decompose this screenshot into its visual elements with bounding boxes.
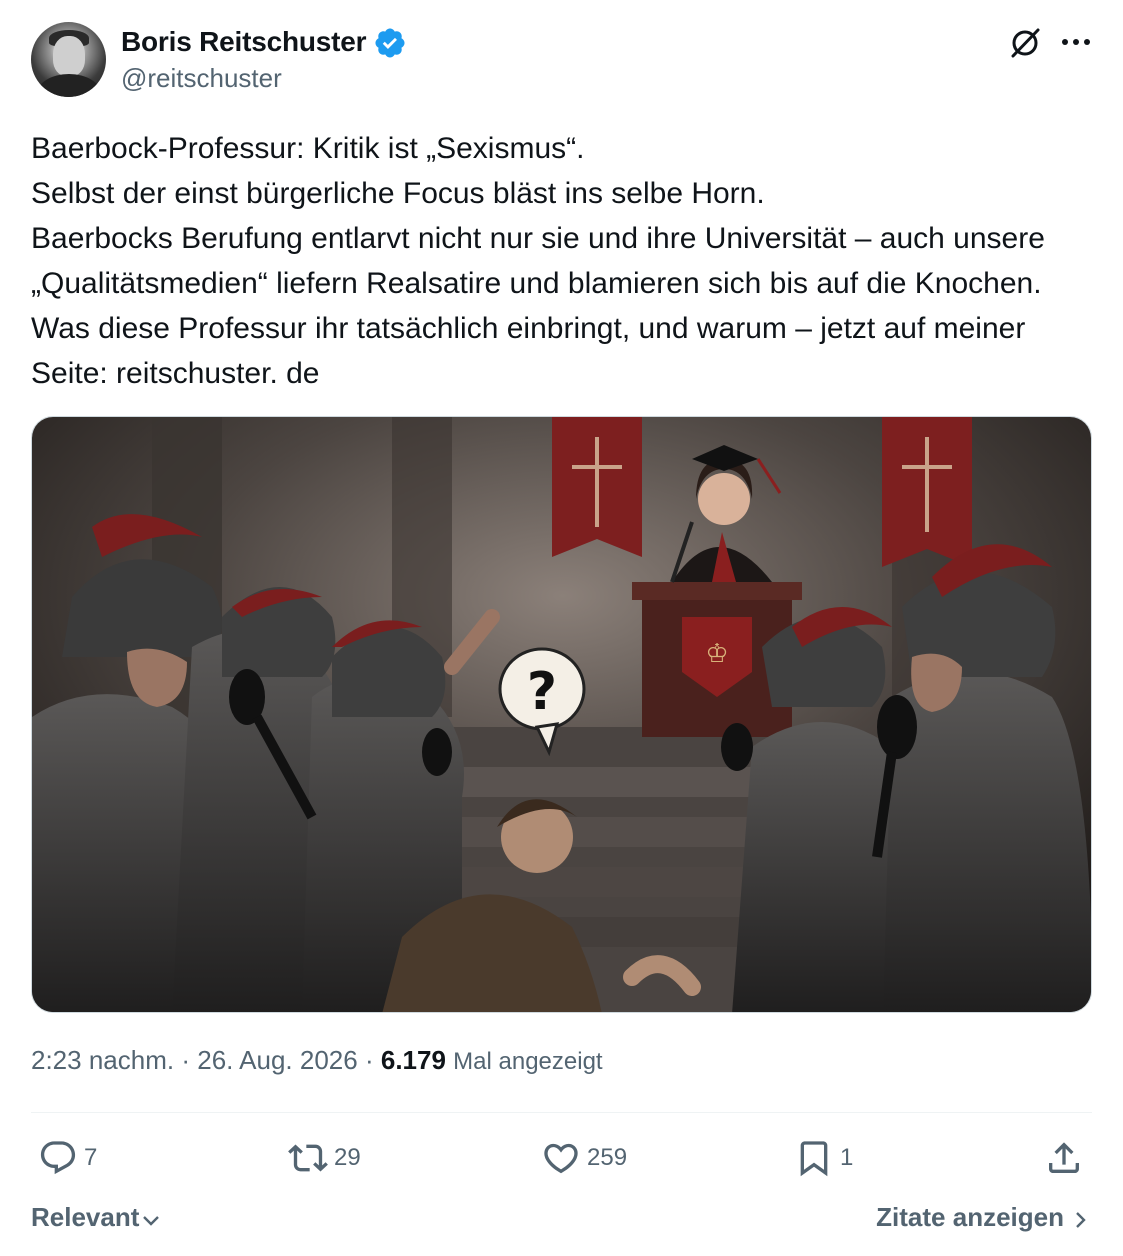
tweet-text: Baerbock-Professur: Kritik ist „Sexismus… xyxy=(31,132,1045,390)
grok-icon[interactable] xyxy=(1008,26,1042,60)
like-button[interactable]: 259 xyxy=(541,1138,627,1178)
divider xyxy=(31,1112,1092,1113)
bookmark-button[interactable]: 1 xyxy=(794,1138,853,1178)
reply-button[interactable]: 7 xyxy=(38,1138,97,1178)
avatar-face xyxy=(53,36,85,76)
retweet-icon xyxy=(288,1144,328,1172)
author-name[interactable]: Boris Reitschuster xyxy=(121,26,367,58)
quotes-label: Zitate anzeigen xyxy=(876,1202,1064,1232)
reply-icon xyxy=(40,1141,76,1175)
tweet-date[interactable]: 26. Aug. 2026 xyxy=(197,1045,357,1075)
chevron-right-icon xyxy=(1076,1211,1086,1228)
more-options-icon[interactable] xyxy=(1060,36,1092,48)
author-avatar[interactable] xyxy=(31,22,106,97)
bookmark-count: 1 xyxy=(840,1144,854,1171)
view-count-label: Mal angezeigt xyxy=(453,1048,603,1075)
tweet-time[interactable]: 2:23 nachm. xyxy=(31,1045,174,1075)
chevron-down-icon xyxy=(143,1215,160,1226)
view-count: 6.179 xyxy=(380,1045,446,1075)
bookmark-icon xyxy=(800,1141,828,1177)
retweet-count: 29 xyxy=(334,1144,361,1171)
share-icon xyxy=(1049,1142,1079,1173)
tweet-image[interactable]: ♔ ? xyxy=(31,416,1092,1013)
author-handle[interactable]: @reitschuster xyxy=(121,63,282,94)
share-button[interactable] xyxy=(1044,1138,1084,1178)
meta-separator: · xyxy=(364,1045,374,1075)
avatar-body xyxy=(37,74,101,97)
svg-text:♔: ♔ xyxy=(705,639,728,669)
heart-icon xyxy=(544,1143,578,1174)
tweet-meta: 2:23 nachm. · 26. Aug. 2026 · 6.179 Mal … xyxy=(31,1045,603,1076)
sort-dropdown[interactable]: Relevant xyxy=(31,1202,161,1233)
view-quotes-link[interactable]: Zitate anzeigen xyxy=(876,1202,1090,1233)
illustration: ♔ ? xyxy=(32,417,1091,1012)
reply-count: 7 xyxy=(84,1144,98,1171)
retweet-button[interactable]: 29 xyxy=(288,1138,361,1178)
meta-separator: · xyxy=(181,1045,190,1075)
sort-label: Relevant xyxy=(31,1202,140,1232)
verified-badge-icon xyxy=(375,28,405,58)
speech-bubble-text: ? xyxy=(527,662,557,722)
like-count: 259 xyxy=(587,1144,628,1171)
